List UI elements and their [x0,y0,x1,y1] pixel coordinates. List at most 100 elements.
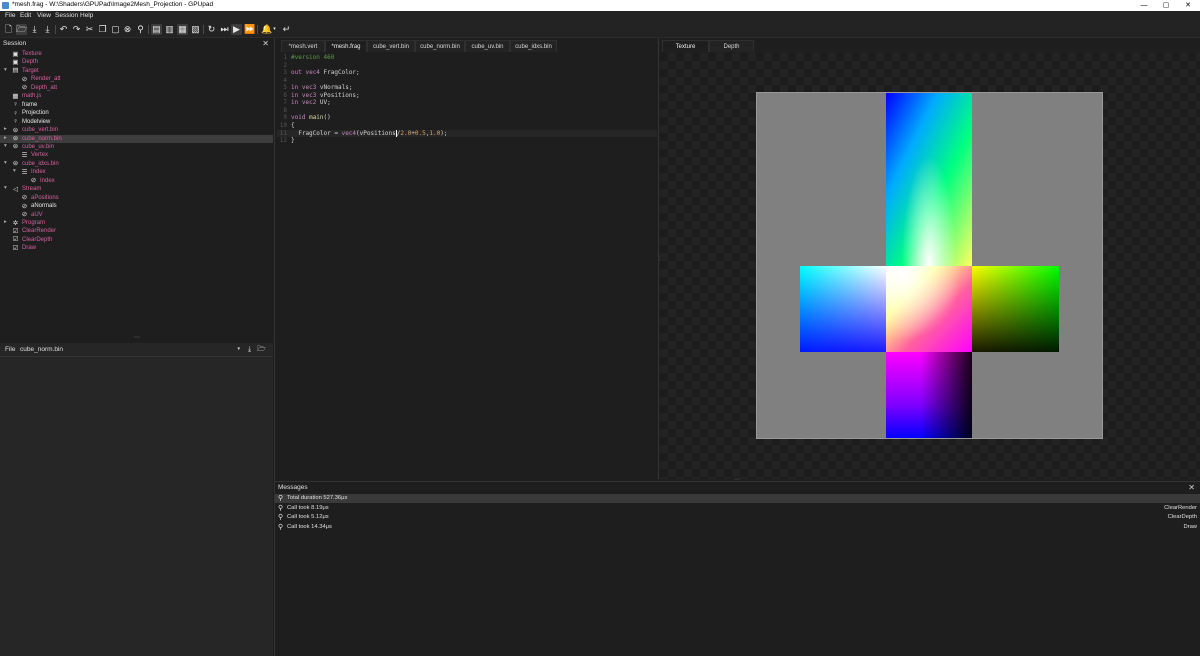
code-line[interactable]: 5 in vec3 vNormals; [277,84,657,92]
tab-mesh-vert[interactable]: *mesh.vert [281,40,325,52]
find-icon[interactable]: ⚲ [135,24,146,35]
minimize-button[interactable]: — [1136,0,1152,11]
expand-arrow-icon[interactable]: ▾ [4,160,7,166]
tree-item[interactable]: ▾ ☰ Index [0,168,273,177]
close-button[interactable]: ✕ [1180,0,1196,11]
collapse-arrow-icon[interactable]: ▸ [4,219,7,225]
tab-texture[interactable]: Texture [662,40,709,52]
save-all-icon[interactable]: ⤓ [42,24,53,35]
reload-icon[interactable]: ↻ [206,24,217,35]
code-line[interactable]: 8 [277,107,657,115]
message-source[interactable]: ClearDepth [1168,513,1197,522]
menu-help[interactable]: Help [80,12,93,19]
code-line[interactable]: 2 [277,62,657,70]
stream-icon: ◁ [13,185,18,193]
copy-icon[interactable]: ❐ [97,24,108,35]
tree-item[interactable]: ♀ Modelview [0,118,273,127]
message-row[interactable]: ⚲ Call took 8.19μs ClearRender [275,504,1200,513]
tree-item[interactable]: ♀ frame [0,101,273,110]
return-icon[interactable]: ↵ [281,24,292,35]
code-line[interactable]: 9 void main() [277,114,657,122]
expand-arrow-icon[interactable]: ▾ [4,143,7,149]
file-select[interactable]: cube_norm.bin ▾ [18,345,242,354]
step-icon[interactable]: ⏭ [219,24,230,35]
play-icon[interactable]: ▶ [231,24,242,35]
menu-edit[interactable]: Edit [20,12,31,19]
tab-depth[interactable]: Depth [709,40,754,52]
code-line[interactable]: 10 { [277,122,657,130]
splitter-grip[interactable]: ⋯ [134,334,140,341]
tree-item[interactable]: ▣ Texture [0,50,273,59]
tree-item[interactable]: ♀ Projection [0,109,273,118]
menu-session[interactable]: Session [55,12,78,19]
open-folder-icon[interactable]: 🗁 [257,345,266,354]
tree-item[interactable]: ⊘ aPositions [0,194,273,203]
code-line[interactable]: 4 [277,77,657,85]
message-row[interactable]: ⚲ Total duration 527.36μs [275,494,1200,503]
tree-item-label: Index [31,169,46,176]
maximize-button[interactable]: ▢ [1158,0,1174,11]
import-icon[interactable]: ⤓ [245,345,254,354]
new-file-icon[interactable]: 🗋 [3,24,14,35]
save-icon[interactable]: ⤓ [29,24,40,35]
message-source[interactable]: ClearRender [1164,504,1197,513]
tree-item[interactable]: ⊘ Depth_att [0,84,273,93]
expand-arrow-icon[interactable]: ▾ [4,67,7,73]
tab-cube-vert-bin[interactable]: cube_vert.bin [367,40,415,52]
source-validation-icon[interactable]: ▤ [151,24,162,35]
message-source[interactable]: Draw [1183,523,1197,532]
tab-cube-norm-bin[interactable]: cube_norm.bin [415,40,465,52]
tree-item[interactable]: ▣ Depth [0,58,273,67]
message-row[interactable]: ⚲ Call took 14.34μs Draw [275,523,1200,532]
tree-item[interactable]: ▾ ⊜ cube_uv.bin [0,143,273,152]
fast-forward-icon[interactable]: ⏩ [244,24,255,35]
tree-item[interactable]: ▾ ◁ Stream [0,185,273,194]
tree-item[interactable]: ⊘ aUV [0,211,273,220]
expand-arrow-icon[interactable]: ▾ [4,185,7,191]
preview-canvas[interactable] [660,53,1200,479]
tree-item[interactable]: ⊘ aNormals [0,202,273,211]
collapse-arrow-icon[interactable]: ▸ [4,126,7,132]
menu-view[interactable]: View [37,12,51,19]
expand-arrow-icon[interactable]: ▾ [13,168,16,174]
code-line[interactable]: 1 #version 460 [277,54,657,62]
tree-item[interactable]: ☑ ClearRender [0,227,273,236]
assembly-icon[interactable]: ▥ [164,24,175,35]
tree-item[interactable]: ▾ ⊜ cube_idxs.bin [0,160,273,169]
chevron-down-icon[interactable]: ▾ [271,24,278,35]
paste-icon[interactable]: ▢ [110,24,121,35]
tree-item[interactable]: ⊘ Index [0,177,273,186]
undo-icon[interactable]: ↶ [58,24,69,35]
close-icon[interactable]: ✕ [262,39,269,48]
dump-icon[interactable]: ▦ [177,24,188,35]
code-editor[interactable]: 1 #version 460 2 3 out vec4 FragColor; 4 5 in v… [277,52,657,479]
code-line[interactable]: 6 in vec3 vPositions; [277,92,657,100]
tree-item[interactable]: ☑ Draw [0,244,273,253]
message-row[interactable]: ⚲ Call took 5.12μs ClearDepth [275,513,1200,522]
tree-item[interactable]: ▸ ⊜ cube_vert.bin [0,126,273,135]
tab-cube-idxs-bin[interactable]: cube_idxs.bin [510,40,557,52]
tree-item[interactable]: ☰ Vertex [0,151,273,160]
code-line[interactable]: 7 in vec2 UV; [277,99,657,107]
tree-item[interactable]: ▾ ▤ Target [0,67,273,76]
close-icon[interactable]: ✕ [1188,483,1195,492]
tree-item[interactable]: ▦ math.js [0,92,273,101]
code-line[interactable]: 11 FragColor = vec4(vPositions/2.0+0.5,1… [277,129,657,138]
code-line[interactable]: 12} [277,137,657,145]
code-line[interactable]: 3 out vec4 FragColor; [277,69,657,77]
tree-item[interactable]: ⊘ Render_att [0,75,273,84]
code-text: FragColor = vec4(vPositions/2.0+0.5,1.0)… [291,129,448,137]
tree-item[interactable]: ▸ ✲ Program [0,219,273,228]
menu-file[interactable]: File [5,12,15,19]
tab-cube-uv-bin[interactable]: cube_uv.bin [465,40,510,52]
session-panel: Session ✕ ▣ Texture ▣ Depth ▾ ▤ Target ⊘ Render_… [0,38,273,341]
collapse-arrow-icon[interactable]: ▸ [4,135,7,141]
cut-icon[interactable]: ✂ [84,24,95,35]
redo-icon[interactable]: ↷ [71,24,82,35]
tree-item[interactable]: ▸ ⊜ cube_norm.bin [0,134,273,143]
delete-icon[interactable]: ⊗ [122,24,133,35]
tab-mesh-frag[interactable]: *mesh.frag [325,40,367,52]
console-icon[interactable]: ▧ [190,24,201,35]
open-file-icon[interactable]: 🗁 [16,24,27,35]
tree-item[interactable]: ☑ ClearDepth [0,236,273,245]
